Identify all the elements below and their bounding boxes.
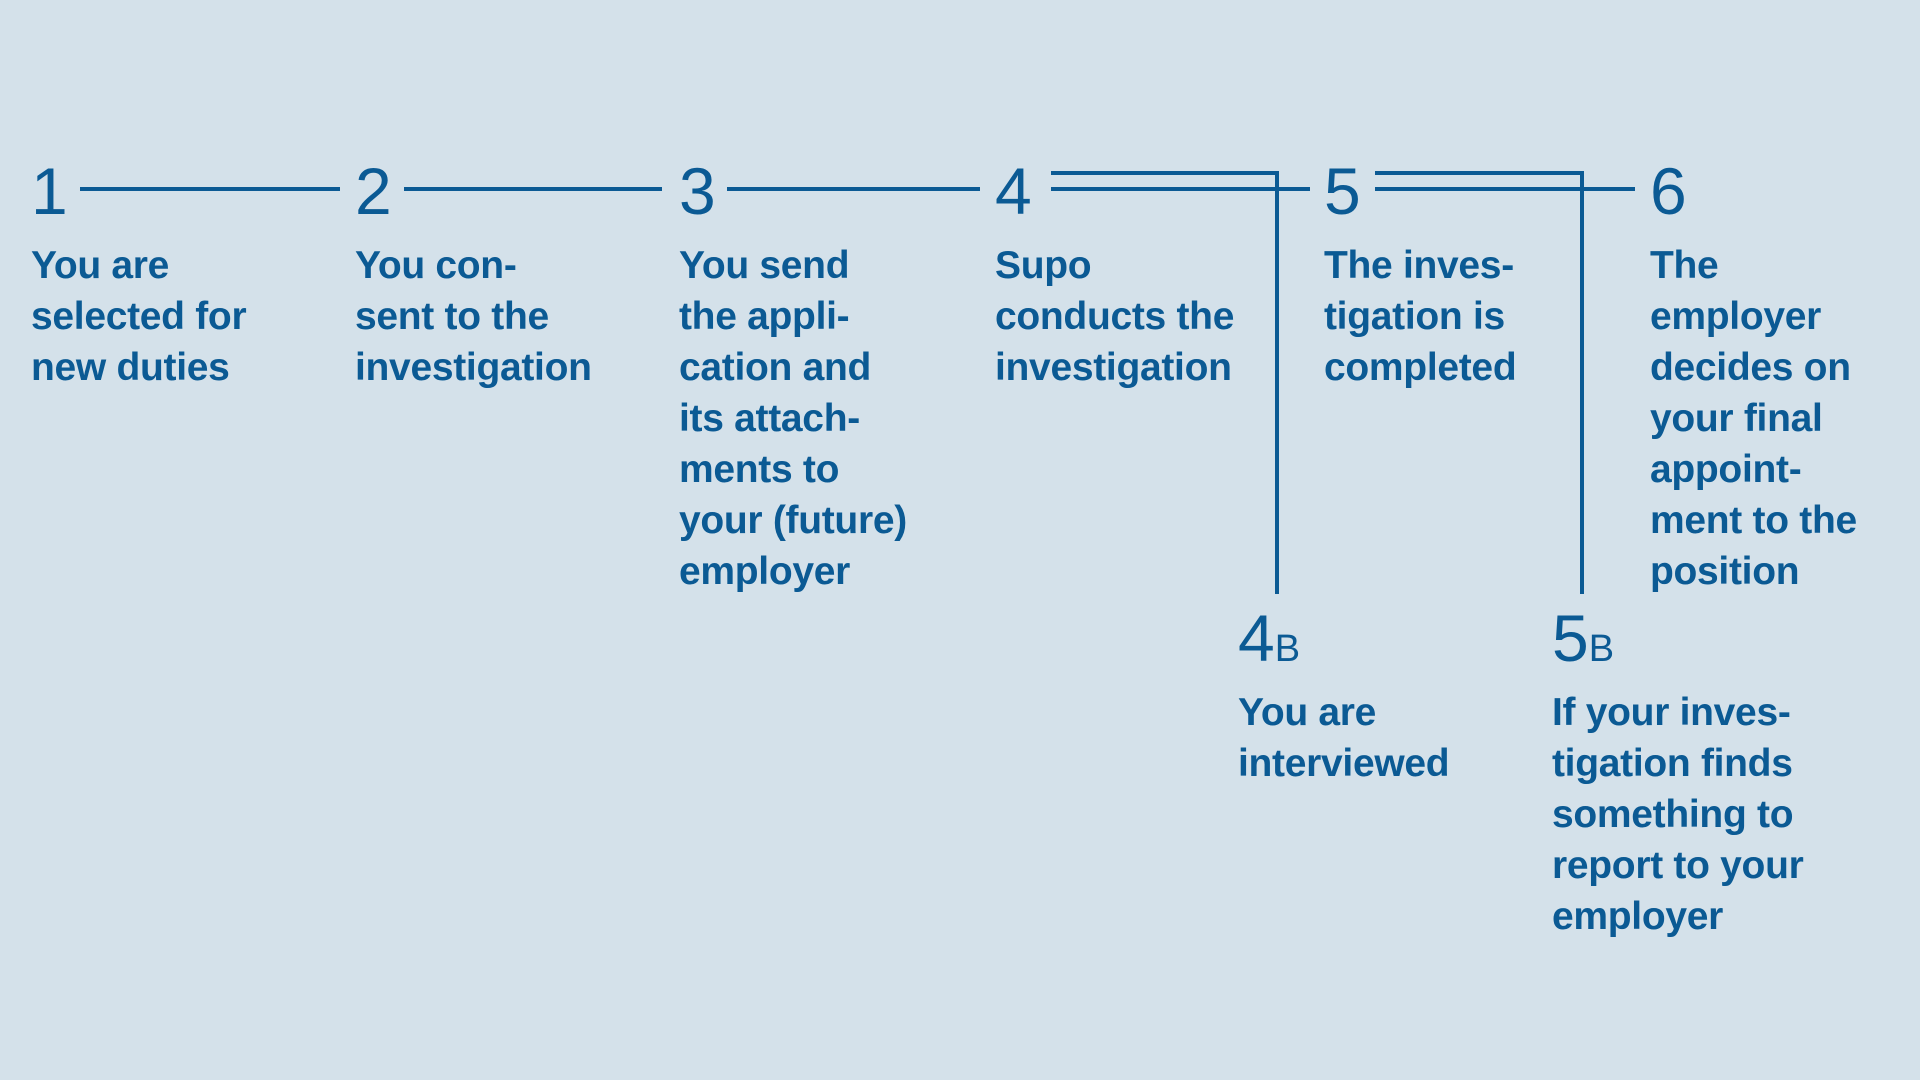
step-text: Supo conducts the investigation	[995, 244, 1235, 389]
step-number: 4B	[1238, 605, 1449, 671]
step-text: The inves- tigation is completed	[1324, 244, 1517, 389]
step-4: 4 Supo conducts the investigation	[995, 158, 1234, 393]
step-text: You con- sent to the investigation	[355, 244, 592, 389]
branch-suffix: B	[1588, 628, 1615, 670]
step-number: 6	[1650, 154, 1687, 228]
step-number: 1	[31, 154, 68, 228]
step-text: You are interviewed	[1238, 691, 1450, 785]
step-5b: 5B If your inves- tigation finds somethi…	[1552, 605, 1804, 942]
step-3: 3 You send the appli- cation and its att…	[679, 158, 907, 597]
step-text: You send the appli- cation and its attac…	[679, 244, 907, 593]
step-number: 2	[355, 154, 392, 228]
branch-number: 5	[1552, 601, 1589, 675]
step-text: If your inves- tigation finds something …	[1552, 691, 1804, 938]
branch-number: 4	[1238, 601, 1275, 675]
step-number: 5	[1324, 154, 1361, 228]
step-4b: 4B You are interviewed	[1238, 605, 1450, 789]
step-number: 3	[679, 154, 716, 228]
step-text: The employer decides on your final appoi…	[1650, 244, 1857, 593]
step-5: 5 The inves- tigation is completed	[1324, 154, 1517, 393]
step-number: 5B	[1552, 605, 1803, 671]
step-text: You are selected for new duties	[31, 244, 247, 389]
step-number: 4	[995, 154, 1032, 228]
step-6: 6 The employer decides on your final app…	[1650, 158, 1857, 597]
step-1: 1 You are selected for new duties	[31, 154, 247, 393]
branch-suffix: B	[1274, 628, 1301, 670]
step-2: 2 You con- sent to the investigation	[355, 158, 592, 393]
